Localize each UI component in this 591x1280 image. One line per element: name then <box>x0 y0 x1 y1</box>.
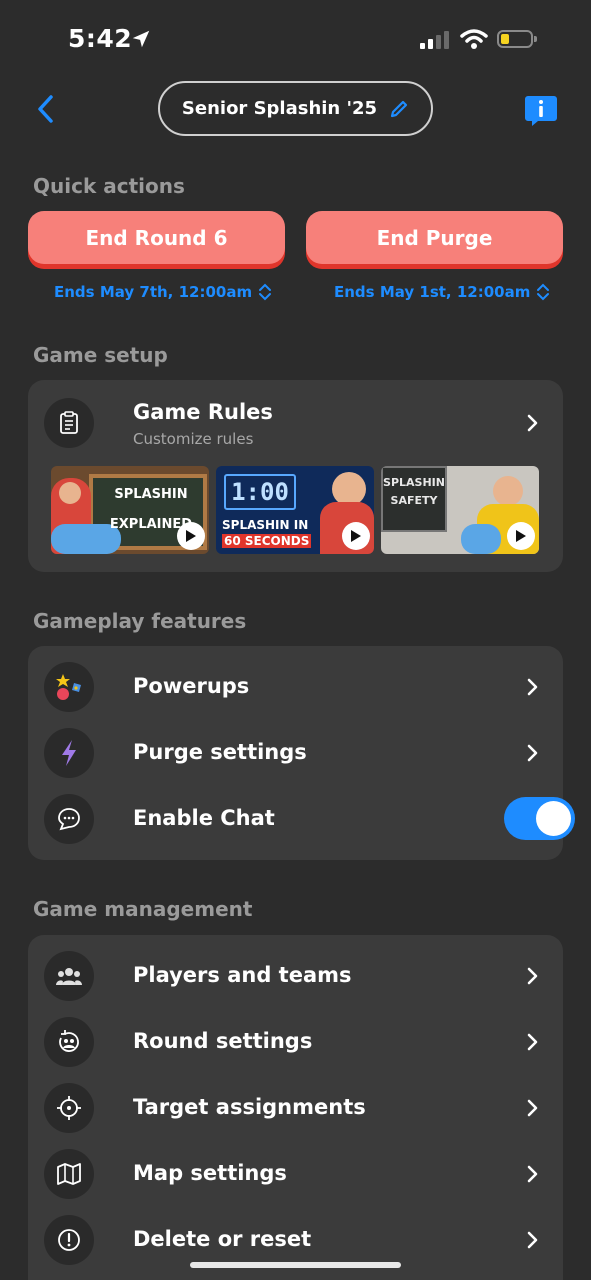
map-settings-row[interactable]: Map settings <box>28 1141 563 1207</box>
cellular-signal-icon <box>420 31 449 49</box>
purge-settings-label: Purge settings <box>133 740 307 764</box>
end-purge-time: Ends May 1st, 12:00am <box>334 283 531 301</box>
home-indicator <box>190 1262 401 1268</box>
game-rules-sublabel: Customize rules <box>133 430 254 448</box>
play-icon <box>507 522 535 550</box>
round-settings-row[interactable]: Round settings <box>28 1009 563 1075</box>
chevron-right-icon <box>527 967 538 985</box>
game-title-pill[interactable]: Senior Splashin '25 <box>158 81 433 136</box>
thumbnail-caption-line1: SPLASHIN IN <box>222 518 309 532</box>
map-icon-wrap <box>44 1149 94 1199</box>
end-round-time-selector[interactable]: Ends May 7th, 12:00am <box>54 283 272 301</box>
game-rules-label: Game Rules <box>133 400 273 424</box>
chat-icon-wrap <box>44 794 94 844</box>
lightning-bolt-icon <box>62 740 76 766</box>
lightning-icon-wrap <box>44 728 94 778</box>
end-purge-button[interactable]: End Purge <box>306 211 563 264</box>
game-setup-heading: Game setup <box>33 343 168 367</box>
crosshair-icon <box>57 1096 81 1120</box>
chevron-right-icon <box>527 1033 538 1051</box>
up-down-chevron-icon <box>537 283 550 301</box>
up-down-chevron-icon <box>259 283 272 301</box>
status-time: 5:42 <box>68 24 133 53</box>
enable-chat-row: Enable Chat <box>28 786 563 852</box>
group-people-icon <box>56 968 82 985</box>
delete-or-reset-label: Delete or reset <box>133 1227 312 1251</box>
chevron-right-icon <box>527 678 538 696</box>
video-thumbnail-splashin-safety[interactable]: SPLASHIN SAFETY <box>381 466 539 554</box>
game-setup-card: Game Rules Customize rules SPLASHIN EXPL… <box>28 380 563 572</box>
target-assignments-row[interactable]: Target assignments <box>28 1075 563 1141</box>
quick-actions-heading: Quick actions <box>33 174 185 198</box>
chevron-right-icon <box>527 414 538 432</box>
players-icon-wrap <box>44 951 94 1001</box>
thumbnail-caption-line2: 60 SECONDS <box>222 534 312 548</box>
powerups-row[interactable]: Powerups <box>28 654 563 720</box>
chat-bubble-icon <box>58 808 80 831</box>
exclamation-circle-icon <box>58 1229 80 1251</box>
powerups-icon-wrap <box>44 662 94 712</box>
target-assignments-label: Target assignments <box>133 1095 366 1119</box>
gameplay-features-heading: Gameplay features <box>33 609 247 633</box>
powerups-label: Powerups <box>133 674 250 698</box>
edit-pencil-icon <box>390 100 408 117</box>
purge-settings-row[interactable]: Purge settings <box>28 720 563 786</box>
enable-chat-toggle[interactable] <box>504 797 575 840</box>
battery-icon <box>497 30 537 48</box>
end-purge-time-selector[interactable]: Ends May 1st, 12:00am <box>334 283 550 301</box>
game-title: Senior Splashin '25 <box>181 98 378 119</box>
game-rules-row[interactable]: Game Rules Customize rules <box>28 380 563 464</box>
play-icon <box>177 522 205 550</box>
location-arrow-icon <box>132 30 150 48</box>
round-settings-label: Round settings <box>133 1029 313 1053</box>
info-icon[interactable] <box>524 94 558 128</box>
thumbnail-clock: 1:00 <box>224 474 296 510</box>
players-and-teams-label: Players and teams <box>133 963 352 987</box>
powerups-icon <box>56 674 81 700</box>
round-icon-wrap <box>44 1017 94 1067</box>
gameplay-features-card: Powerups Purge settings Enable Chat <box>28 646 575 860</box>
chevron-right-icon <box>527 1099 538 1117</box>
video-thumbnail-splashin-60-seconds[interactable]: 1:00 SPLASHIN IN 60 SECONDS <box>216 466 374 554</box>
warning-icon-wrap <box>44 1215 94 1265</box>
wifi-icon <box>460 29 488 49</box>
game-management-heading: Game management <box>33 897 253 921</box>
thumbnail-caption: SPLASHIN SAFETY <box>383 476 445 507</box>
back-chevron-icon[interactable] <box>34 94 58 124</box>
play-icon <box>342 522 370 550</box>
map-settings-label: Map settings <box>133 1161 287 1185</box>
chevron-right-icon <box>527 1231 538 1249</box>
clipboard-icon <box>60 411 78 434</box>
players-and-teams-row[interactable]: Players and teams <box>28 943 563 1009</box>
clipboard-icon-wrap <box>44 398 94 448</box>
game-management-card: Players and teams Round settings Target … <box>28 935 563 1280</box>
chevron-right-icon <box>527 744 538 762</box>
enable-chat-label: Enable Chat <box>133 806 275 830</box>
end-round-button[interactable]: End Round 6 <box>28 211 285 264</box>
map-icon <box>57 1163 81 1185</box>
video-thumbnail-splashin-explained[interactable]: SPLASHIN EXPLAINED <box>51 466 209 554</box>
chevron-right-icon <box>527 1165 538 1183</box>
end-round-time: Ends May 7th, 12:00am <box>54 283 253 301</box>
target-icon-wrap <box>44 1083 94 1133</box>
round-reset-icon <box>59 1030 79 1052</box>
